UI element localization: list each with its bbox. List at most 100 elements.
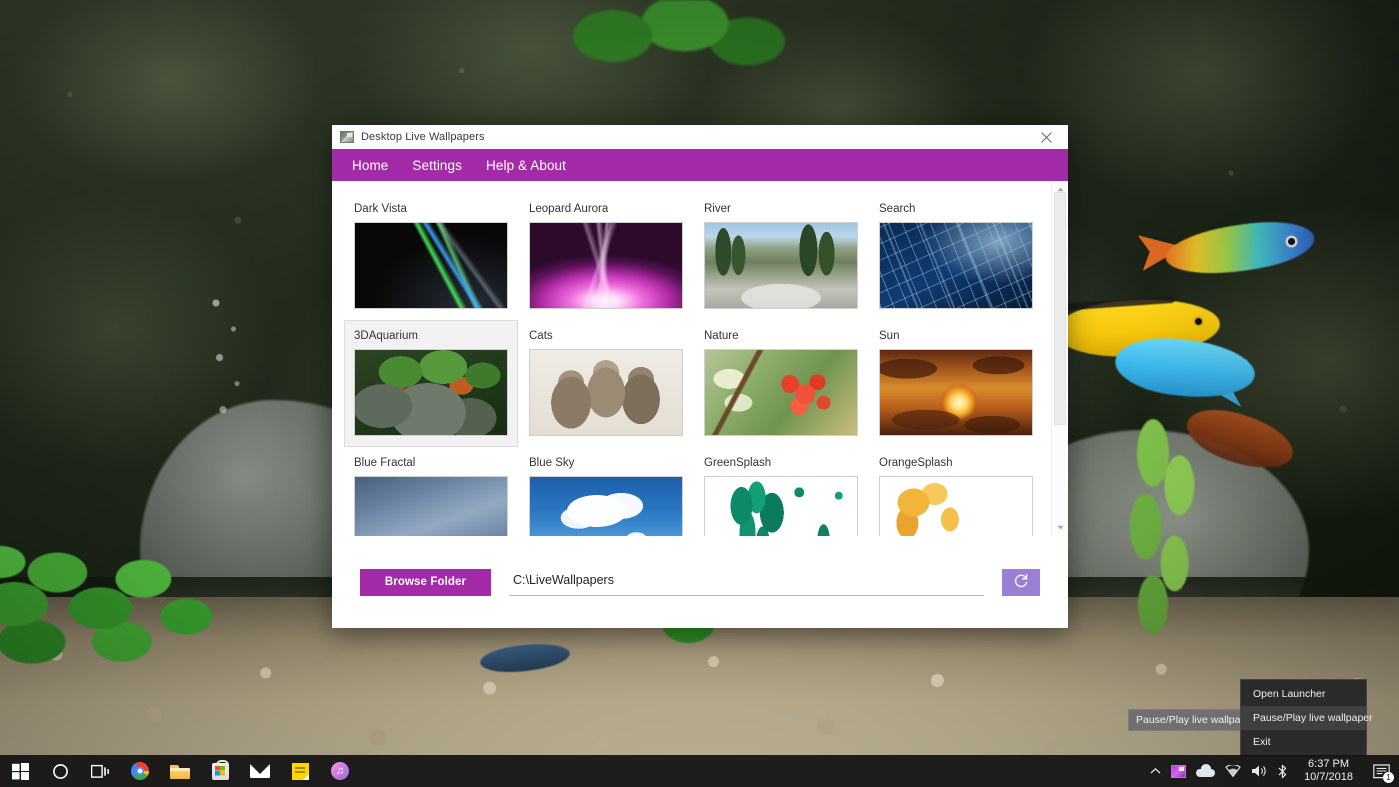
browse-folder-button[interactable]: Browse Folder	[360, 568, 491, 596]
clock-time: 6:37 PM	[1308, 758, 1350, 770]
taskbar: 6:37 PM 10/7/2018 1	[0, 755, 1399, 787]
wallpaper-tile[interactable]: Leopard Aurora	[519, 193, 693, 320]
wallpaper-tile-label: River	[704, 203, 731, 215]
wallpaper-tile-label: Blue Fractal	[354, 457, 416, 469]
cloud-icon	[1196, 764, 1216, 777]
wallpaper-grid-viewport: Dark Vista Leopard Aurora River Search 3…	[332, 181, 1051, 536]
wallpaper-tile[interactable]: Blue Fractal	[344, 447, 518, 536]
folder-icon	[170, 764, 190, 779]
desktop-live-wallpapers-tray-icon	[1171, 764, 1187, 778]
start-button[interactable]	[0, 755, 40, 787]
gallery-scrollbar[interactable]	[1051, 181, 1068, 536]
wallpaper-thumbnail	[879, 476, 1033, 536]
wallpaper-tile-label: 3DAquarium	[354, 330, 418, 342]
scrollbar-thumb[interactable]	[1054, 192, 1066, 425]
tray-onedrive-button[interactable]	[1191, 755, 1220, 787]
scroll-down-arrow-icon[interactable]	[1052, 519, 1069, 536]
desktop-live-wallpapers-window: Desktop Live Wallpapers Home Settings He…	[332, 125, 1068, 628]
action-center-button[interactable]: 1	[1368, 755, 1399, 787]
wallpaper-tile-label: Nature	[704, 330, 739, 342]
clock-button[interactable]: 6:37 PM 10/7/2018	[1293, 755, 1368, 787]
chevron-up-icon	[1150, 767, 1161, 775]
wallpaper-thumbnail	[354, 476, 508, 536]
context-menu-item-exit[interactable]: Exit	[1241, 730, 1366, 754]
context-menu-item-pause-play[interactable]: Pause/Play live wallpaper	[1241, 706, 1373, 730]
wallpaper-tile-grid: Dark Vista Leopard Aurora River Search 3…	[344, 193, 1043, 536]
window-title: Desktop Live Wallpapers	[361, 131, 485, 143]
wallpaper-fish-rainbow-eye	[1288, 238, 1295, 245]
wallpaper-tile[interactable]: Blue Sky	[519, 447, 693, 536]
menu-item-home[interactable]: Home	[340, 153, 400, 178]
wallpaper-tile-label: GreenSplash	[704, 457, 772, 469]
circle-search-icon	[52, 763, 69, 780]
cortana-search-button[interactable]	[40, 755, 80, 787]
folder-bar: Browse Folder	[332, 536, 1068, 628]
file-explorer-button[interactable]	[160, 755, 200, 787]
window-titlebar[interactable]: Desktop Live Wallpapers	[332, 125, 1068, 149]
tray-network-button[interactable]	[1220, 755, 1246, 787]
app-window-icon	[340, 131, 354, 143]
menu-item-settings[interactable]: Settings	[400, 153, 474, 178]
refresh-icon	[1013, 573, 1029, 592]
wallpaper-tile[interactable]: Search	[869, 193, 1043, 320]
task-view-button[interactable]	[80, 755, 120, 787]
wallpaper-thumbnail	[704, 349, 858, 436]
wallpaper-tile[interactable]: OrangeSplash	[869, 447, 1043, 536]
wallpaper-thumbnail	[529, 476, 683, 536]
wallpaper-tile[interactable]: Nature	[694, 320, 868, 447]
wallpaper-tile-label: Dark Vista	[354, 203, 407, 215]
wallpaper-tile-selected[interactable]: 3DAquarium	[344, 320, 518, 447]
task-view-icon	[90, 764, 110, 779]
windows-logo-icon	[11, 762, 29, 780]
wallpaper-thumbnail	[354, 222, 508, 309]
clock-date: 10/7/2018	[1304, 771, 1353, 783]
wallpaper-tile-label: Leopard Aurora	[529, 203, 609, 215]
action-center-badge: 1	[1383, 772, 1394, 783]
wallpaper-thumbnail	[529, 349, 683, 436]
tray-context-menu: Open Launcher Pause/Play live wallpaper …	[1240, 679, 1373, 757]
wallpaper-tile-label: Cats	[529, 330, 553, 342]
tray-overflow-button[interactable]	[1145, 755, 1166, 787]
close-icon[interactable]	[1024, 125, 1068, 149]
store-bag-icon	[211, 759, 229, 780]
sticky-notes-button[interactable]	[280, 755, 320, 787]
wallpaper-thumbnail	[879, 349, 1033, 436]
context-menu-item-open-launcher[interactable]: Open Launcher	[1241, 682, 1366, 706]
wallpaper-thumbnail	[704, 476, 858, 536]
wallpaper-tile[interactable]: Sun	[869, 320, 1043, 447]
mail-button[interactable]	[240, 755, 280, 787]
tray-volume-button[interactable]	[1246, 755, 1272, 787]
folder-path-input[interactable]	[509, 568, 984, 596]
wallpaper-tile[interactable]: Cats	[519, 320, 693, 447]
wallpaper-tile[interactable]: Dark Vista	[344, 193, 518, 320]
tray-desktop-live-wallpapers-button[interactable]	[1166, 755, 1191, 787]
wallpaper-thumbnail	[354, 349, 508, 436]
clock: 6:37 PM 10/7/2018	[1298, 758, 1363, 784]
sticky-note-icon	[291, 762, 309, 780]
wallpaper-tile-label: Sun	[879, 330, 900, 342]
itunes-button[interactable]	[320, 755, 360, 787]
music-note-icon	[331, 762, 349, 780]
bluetooth-icon	[1277, 764, 1288, 779]
wallpaper-thumbnail	[529, 222, 683, 309]
wallpaper-tile-label: Search	[879, 203, 916, 215]
chrome-icon	[131, 762, 149, 780]
wallpaper-tile-label: OrangeSplash	[879, 457, 953, 469]
menu-bar: Home Settings Help & About	[332, 149, 1068, 181]
menu-item-help-about[interactable]: Help & About	[474, 153, 578, 178]
mail-envelope-icon	[250, 764, 270, 778]
microsoft-store-button[interactable]	[200, 755, 240, 787]
wallpaper-fish-yellow-eye	[1195, 318, 1202, 325]
wallpaper-thumbnail	[704, 222, 858, 309]
wallpaper-thumbnail	[879, 222, 1033, 309]
wallpaper-tile[interactable]: GreenSplash	[694, 447, 868, 536]
refresh-button[interactable]	[1002, 568, 1040, 596]
wallpaper-tile[interactable]: River	[694, 193, 868, 320]
wallpaper-bubbles	[195, 290, 265, 420]
desktop: Desktop Live Wallpapers Home Settings He…	[0, 0, 1399, 787]
tray-bluetooth-button[interactable]	[1272, 755, 1293, 787]
system-tray: 6:37 PM 10/7/2018 1	[1145, 755, 1399, 787]
wallpaper-gallery: Dark Vista Leopard Aurora River Search 3…	[332, 181, 1068, 536]
wifi-icon	[1225, 764, 1241, 778]
chrome-button[interactable]	[120, 755, 160, 787]
